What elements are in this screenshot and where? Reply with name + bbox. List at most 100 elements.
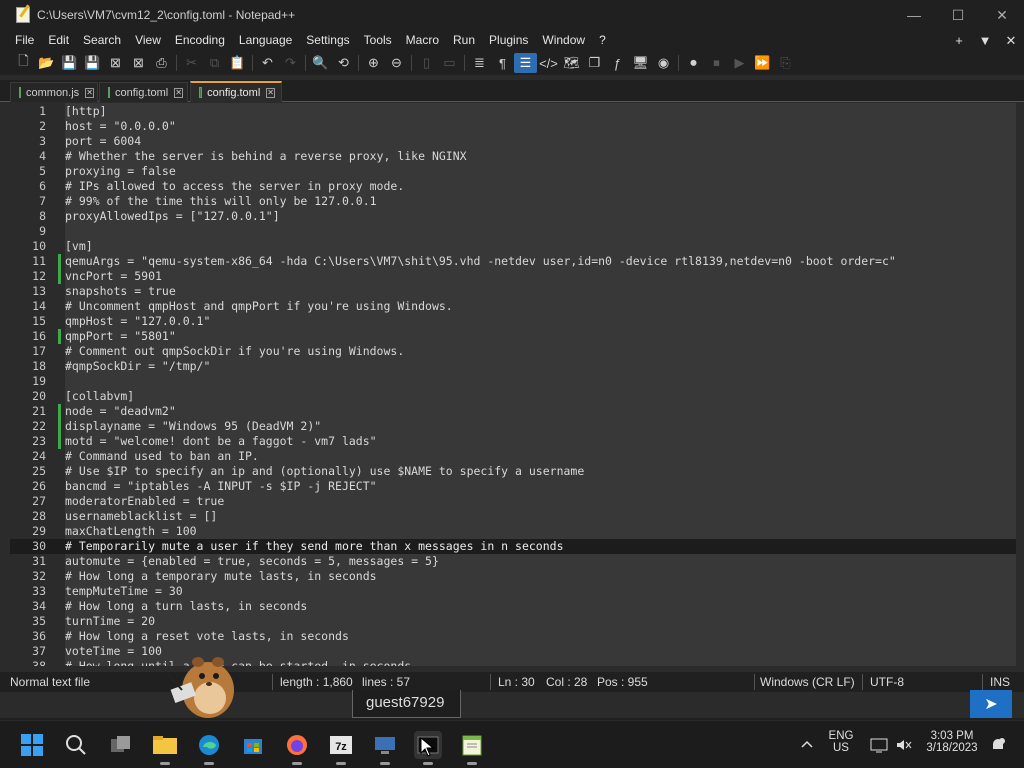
code-line[interactable]: 26 bancmd = "iptables -A INPUT -s $IP -j …	[10, 479, 1016, 494]
menu-macro[interactable]: Macro	[399, 30, 446, 51]
undo-icon[interactable]: ↶	[256, 53, 279, 73]
menu-run[interactable]: Run	[446, 30, 482, 51]
code-line[interactable]: 32 # How long a temporary mute lasts, in …	[10, 569, 1016, 584]
copy-icon[interactable]: ⧉	[203, 53, 226, 73]
document-map-icon[interactable]: 🗺	[560, 53, 583, 73]
code-line[interactable]: 9	[10, 224, 1016, 239]
code-line[interactable]: 23 motd = "welcome! dont be a faggot - vm…	[10, 434, 1016, 449]
7zip-icon[interactable]: 7z	[327, 731, 355, 765]
indent-guide-icon[interactable]: ☰	[514, 53, 537, 73]
function-list-icon[interactable]: ƒ	[606, 53, 629, 73]
maximize-button[interactable]: ☐	[936, 0, 980, 30]
tab-close-icon[interactable]: ✕	[174, 87, 183, 98]
menu-search[interactable]: Search	[76, 30, 128, 51]
save-icon[interactable]: 💾	[58, 53, 81, 73]
close-button[interactable]: ✕	[980, 0, 1024, 30]
code-line[interactable]: 31 automute = {enabled = true, seconds = …	[10, 554, 1016, 569]
code-line[interactable]: 17 # Comment out qmpSockDir if you're usi…	[10, 344, 1016, 359]
clock[interactable]: 3:03 PM 3/18/2023	[922, 730, 982, 754]
tab-close-icon[interactable]: ✕	[85, 87, 94, 98]
code-line[interactable]: 33 tempMuteTime = 30	[10, 584, 1016, 599]
status-insert-mode[interactable]: INS	[990, 675, 1010, 689]
code-line[interactable]: 15 qmpHost = "127.0.0.1"	[10, 314, 1016, 329]
code-line[interactable]: 8 proxyAllowedIps = ["127.0.0.1"]	[10, 209, 1016, 224]
task-view-icon[interactable]	[107, 731, 135, 759]
menu-view[interactable]: View	[128, 30, 168, 51]
new-tab-button[interactable]: +	[946, 33, 972, 48]
cut-icon[interactable]: ✂	[180, 53, 203, 73]
code-line[interactable]: 27 moderatorEnabled = true	[10, 494, 1016, 509]
monitoring-icon[interactable]: ◉	[652, 53, 675, 73]
code-line[interactable]: 35 turnTime = 20	[10, 614, 1016, 629]
menu-settings[interactable]: Settings	[299, 30, 356, 51]
code-line[interactable]: 2 host = "0.0.0.0"	[10, 119, 1016, 134]
code-line[interactable]: 22 displayname = "Windows 95 (DeadVM 2)"	[10, 419, 1016, 434]
notifications-icon[interactable]	[984, 731, 1012, 759]
code-line[interactable]: 18 #qmpSockDir = "/tmp/"	[10, 359, 1016, 374]
code-line[interactable]: 3 port = 6004	[10, 134, 1016, 149]
close-all-icon[interactable]: ⊠	[127, 53, 150, 73]
zoom-in-icon[interactable]: ⊕	[362, 53, 385, 73]
code-line[interactable]: 16 qmpPort = "5801"	[10, 329, 1016, 344]
replace-icon[interactable]: ⟲	[332, 53, 355, 73]
start-icon[interactable]	[18, 731, 46, 759]
code-line[interactable]: 13 snapshots = true	[10, 284, 1016, 299]
code-line[interactable]: 25 # Use $IP to specify an ip and (option…	[10, 464, 1016, 479]
code-line[interactable]: 4 # Whether the server is behind a revers…	[10, 149, 1016, 164]
tab-config-toml[interactable]: config.toml ✕	[99, 82, 188, 102]
find-icon[interactable]: 🔍	[309, 53, 332, 73]
play-macro-icon[interactable]: ▶	[728, 53, 751, 73]
code-line[interactable]: 6 # IPs allowed to access the server in p…	[10, 179, 1016, 194]
menu-edit[interactable]: Edit	[41, 30, 76, 51]
code-line[interactable]: 28 usernameblacklist = []	[10, 509, 1016, 524]
tab-common-js[interactable]: common.js ✕	[10, 82, 98, 102]
sync-horizontal-icon[interactable]: ▭	[438, 53, 461, 73]
volume-muted-icon[interactable]	[890, 731, 918, 759]
code-line[interactable]: 20 [collabvm]	[10, 389, 1016, 404]
code-line[interactable]: 10 [vm]	[10, 239, 1016, 254]
minimize-button[interactable]: —	[892, 0, 936, 30]
menu-file[interactable]: File	[0, 30, 41, 51]
search-icon[interactable]	[62, 731, 90, 759]
menu-language[interactable]: Language	[232, 30, 299, 51]
menu-help[interactable]: ?	[592, 30, 613, 51]
redo-icon[interactable]: ↷	[279, 53, 302, 73]
record-macro-icon[interactable]: ⏺	[682, 53, 705, 73]
file-explorer-icon[interactable]	[151, 731, 179, 765]
store-icon[interactable]	[239, 731, 267, 759]
document-list-icon[interactable]: ❐	[583, 53, 606, 73]
network-icon[interactable]	[865, 731, 893, 759]
menu-tools[interactable]: Tools	[357, 30, 399, 51]
code-line[interactable]: 11 qemuArgs = "qemu-system-x86_64 -hda C:…	[10, 254, 1016, 269]
send-button[interactable]: ➤	[970, 690, 1012, 718]
code-line[interactable]: 14 # Uncomment qmpHost and qmpPort if you…	[10, 299, 1016, 314]
chevron-up-icon[interactable]	[793, 731, 821, 759]
open-icon[interactable]: 📂	[35, 53, 58, 73]
code-line[interactable]: 30 # Temporarily mute a user if they send…	[10, 539, 1016, 554]
code-line[interactable]: 24 # Command used to ban an IP.	[10, 449, 1016, 464]
code-line[interactable]: 1 [http]	[10, 104, 1016, 119]
menu-encoding[interactable]: Encoding	[168, 30, 232, 51]
language-indicator[interactable]: ENG US	[826, 730, 856, 754]
status-eol[interactable]: Windows (CR LF)	[760, 675, 855, 689]
firefox-icon[interactable]	[283, 731, 311, 765]
menu-window[interactable]: Window	[535, 30, 592, 51]
close-icon[interactable]: ⊠	[104, 53, 127, 73]
notepad-plus-plus-icon[interactable]	[458, 731, 486, 765]
code-editor[interactable]: 1 [http] 2 host = "0.0.0.0" 3 port = 6004 4 # W…	[10, 103, 1016, 666]
save-macro-icon[interactable]: ⎘	[774, 53, 797, 73]
code-line[interactable]: 29 maxChatLength = 100	[10, 524, 1016, 539]
show-all-chars-icon[interactable]: ¶	[491, 53, 514, 73]
code-line[interactable]: 34 # How long a turn lasts, in seconds	[10, 599, 1016, 614]
code-line[interactable]: 7 # 99% of the time this will only be 127…	[10, 194, 1016, 209]
sync-vertical-icon[interactable]: ▯	[415, 53, 438, 73]
close-document-button[interactable]: ✕	[998, 33, 1024, 49]
code-line[interactable]: 21 node = "deadvm2"	[10, 404, 1016, 419]
tab-config-toml-active[interactable]: config.toml ✕	[190, 81, 282, 102]
menu-plugins[interactable]: Plugins	[482, 30, 535, 51]
remote-desktop-icon[interactable]	[371, 731, 399, 765]
code-line[interactable]: 5 proxying = false	[10, 164, 1016, 179]
save-all-icon[interactable]: 💾	[81, 53, 104, 73]
stop-record-icon[interactable]: ⏹	[705, 53, 728, 73]
new-file-icon[interactable]: 🗋	[12, 53, 35, 73]
